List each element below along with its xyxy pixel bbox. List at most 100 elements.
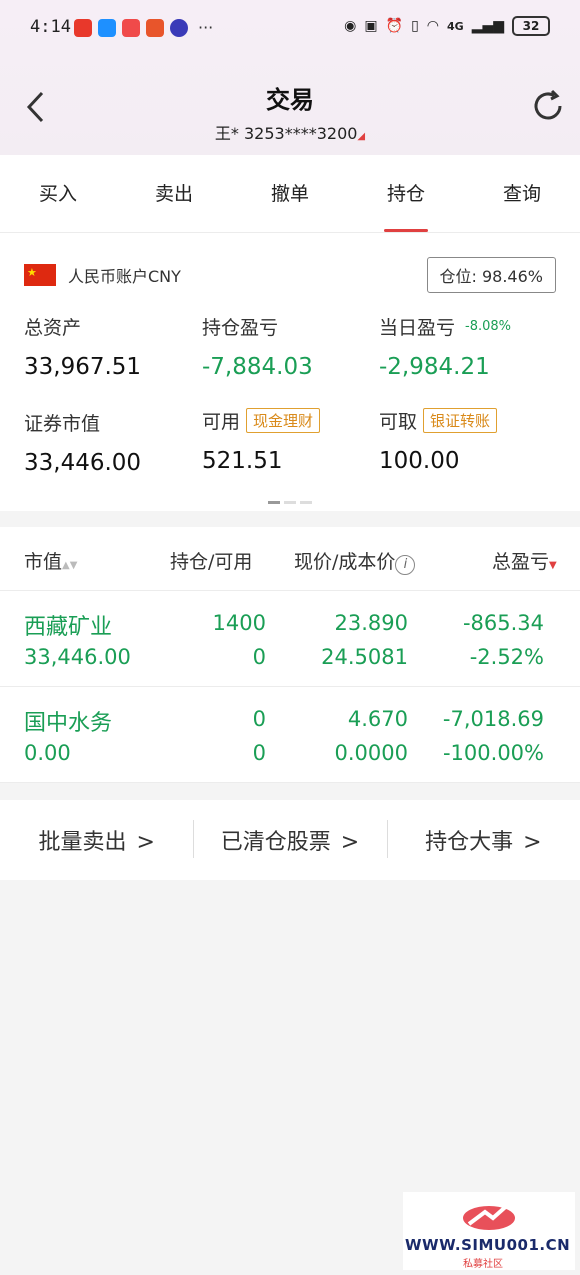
page-dot: [284, 501, 296, 504]
daily-pl: 当日盈亏 -8.08% -2,984.21: [379, 313, 511, 380]
stock-cost: 0.0000: [334, 741, 408, 765]
stock-name: 西藏矿业: [24, 615, 113, 640]
header-market-value-label: 市值: [24, 551, 63, 573]
stock-name: 国中水务: [24, 711, 113, 736]
tab-sell[interactable]: 卖出: [116, 155, 232, 232]
header-price-cost: 现价/成本价 i: [294, 547, 416, 575]
holding-row[interactable]: 西藏矿业 33,446.00 1400 0 23.890 24.5081 -86…: [0, 591, 580, 687]
account-selector[interactable]: 王* 3253****3200◢: [0, 120, 580, 144]
withdrawable-label: 可取: [379, 411, 418, 433]
stock-pl: -865.34: [462, 611, 544, 635]
header-market-value[interactable]: 市值▲▼: [24, 547, 77, 574]
stock-available: 0: [252, 741, 266, 765]
header-price-cost-label: 现价/成本价: [294, 551, 396, 573]
tab-positions[interactable]: 持仓: [348, 155, 464, 232]
withdrawable-value: 100.00: [379, 448, 460, 474]
withdrawable-funds: 可取 银证转账 100.00: [379, 407, 498, 474]
stock-market-value: 0.00: [24, 741, 71, 765]
position-pl: 持仓盈亏 -7,884.03: [202, 313, 313, 380]
withdrawable-header: 可取 银证转账: [379, 407, 498, 434]
position-pl-value: -7,884.03: [202, 354, 313, 380]
tieba-app-icon: [170, 19, 188, 37]
account-number: 3253****3200: [243, 124, 358, 143]
sort-desc-icon: ▼: [549, 560, 557, 571]
batch-sell-link[interactable]: 批量卖出 >: [0, 824, 193, 856]
daily-pl-label: 当日盈亏: [379, 317, 456, 339]
stock-position: 1400: [212, 611, 266, 635]
batch-sell-label: 批量卖出: [38, 830, 127, 855]
cleared-stocks-label: 已清仓股票: [220, 830, 331, 855]
available-value: 521.51: [202, 448, 283, 474]
position-pl-label: 持仓盈亏: [202, 317, 279, 339]
cash-management-button[interactable]: 现金理财: [246, 408, 321, 433]
account-name: 王*: [214, 124, 239, 143]
battery-icon: 32: [512, 16, 550, 36]
total-assets-label: 总资产: [24, 317, 82, 339]
cleared-stocks-link[interactable]: 已清仓股票 >: [193, 820, 386, 858]
position-events-label: 持仓大事: [425, 830, 514, 855]
status-bar: 4:14 ··· ◉ ▣ ⏰ ▯ ◠ 4G ▂▄▆ 32: [0, 0, 580, 56]
status-time: 4:14: [30, 17, 71, 37]
quick-links: 批量卖出 > 已清仓股票 > 持仓大事 >: [0, 800, 580, 880]
watermark: WWW.SIMU001.CN 私募社区: [403, 1192, 575, 1270]
stock-position: 0: [252, 707, 266, 731]
watermark-logo-icon: [463, 1198, 515, 1230]
page-dot: [300, 501, 312, 504]
chevron-right-icon: >: [136, 830, 155, 855]
available-header: 可用 现金理财: [202, 407, 321, 434]
account-summary: 人民币账户CNY 仓位: 98.46% 总资产 33,967.51 持仓盈亏 -…: [0, 233, 580, 511]
securities-app-icon: [146, 19, 164, 37]
title-bar: 交易 王* 3253****3200◢: [0, 56, 580, 155]
stock-pl: -7,018.69: [442, 707, 544, 731]
daily-pl-percent: -8.08%: [465, 319, 512, 334]
position-ratio-badge: 仓位: 98.46%: [426, 257, 556, 293]
sort-icon: ▲▼: [62, 560, 78, 571]
market-value-value: 33,446.00: [24, 450, 142, 476]
header-total-pl-label: 总盈亏: [492, 551, 550, 573]
header-total-pl[interactable]: 总盈亏▼: [492, 547, 557, 574]
total-assets: 总资产 33,967.51: [24, 313, 141, 380]
position-events-link[interactable]: 持仓大事 >: [386, 820, 580, 858]
nfc-icon: ▣: [364, 18, 378, 34]
currency-label: 人民币账户CNY: [68, 267, 181, 286]
vibrate-icon: ▯: [411, 18, 419, 34]
tab-buy[interactable]: 买入: [0, 155, 116, 232]
stock-price: 4.670: [347, 707, 408, 731]
holdings-table: 市值▲▼ 持仓/可用 现价/成本价 i 总盈亏▼ 西藏矿业 33,446.00 1…: [0, 527, 580, 783]
stock-price: 23.890: [334, 611, 408, 635]
watermark-site: WWW.SIMU001.CN: [405, 1236, 571, 1254]
eye-icon: ◉: [344, 18, 357, 34]
stock-cost: 24.5081: [321, 645, 408, 669]
stock-pl-percent: -100.00%: [442, 741, 544, 765]
tab-cancel-order[interactable]: 撤单: [232, 155, 348, 232]
stock-market-value: 33,446.00: [24, 645, 131, 669]
taobao-app-icon: [74, 19, 92, 37]
market-value: 证券市值 33,446.00: [24, 409, 141, 476]
huawei-app-icon: [122, 19, 140, 37]
info-icon[interactable]: i: [395, 555, 416, 575]
watermark-caption: 私募社区: [463, 1259, 503, 1270]
dropdown-triangle-icon: ◢: [357, 131, 366, 142]
page-indicator: [268, 501, 312, 504]
message-app-icon: [98, 19, 116, 37]
chevron-right-icon: >: [523, 830, 542, 855]
available-label: 可用: [202, 411, 241, 433]
stock-available: 0: [252, 645, 266, 669]
page-title: 交易: [266, 86, 314, 114]
daily-pl-value: -2,984.21: [379, 354, 490, 380]
daily-pl-header: 当日盈亏 -8.08%: [379, 313, 511, 340]
trade-tabs: 买入 卖出 撤单 持仓 查询: [0, 155, 580, 233]
bank-transfer-button[interactable]: 银证转账: [423, 408, 498, 433]
tab-query[interactable]: 查询: [464, 155, 580, 232]
header-position-available: 持仓/可用: [170, 551, 253, 573]
notification-icons: ···: [74, 19, 213, 37]
page-dot: [268, 501, 280, 504]
account-currency: 人民币账户CNY: [24, 263, 181, 287]
refresh-icon[interactable]: [530, 88, 566, 124]
alarm-icon: ⏰: [385, 18, 404, 34]
stock-pl-percent: -2.52%: [469, 645, 544, 669]
holding-row[interactable]: 国中水务 0.00 0 0 4.670 0.0000 -7,018.69 -10…: [0, 687, 580, 783]
more-notifications-icon: ···: [198, 18, 214, 37]
signal-icon: ▂▄▆: [471, 18, 504, 34]
top-area: 4:14 ··· ◉ ▣ ⏰ ▯ ◠ 4G ▂▄▆ 32 交易 王* 3253*…: [0, 0, 580, 155]
